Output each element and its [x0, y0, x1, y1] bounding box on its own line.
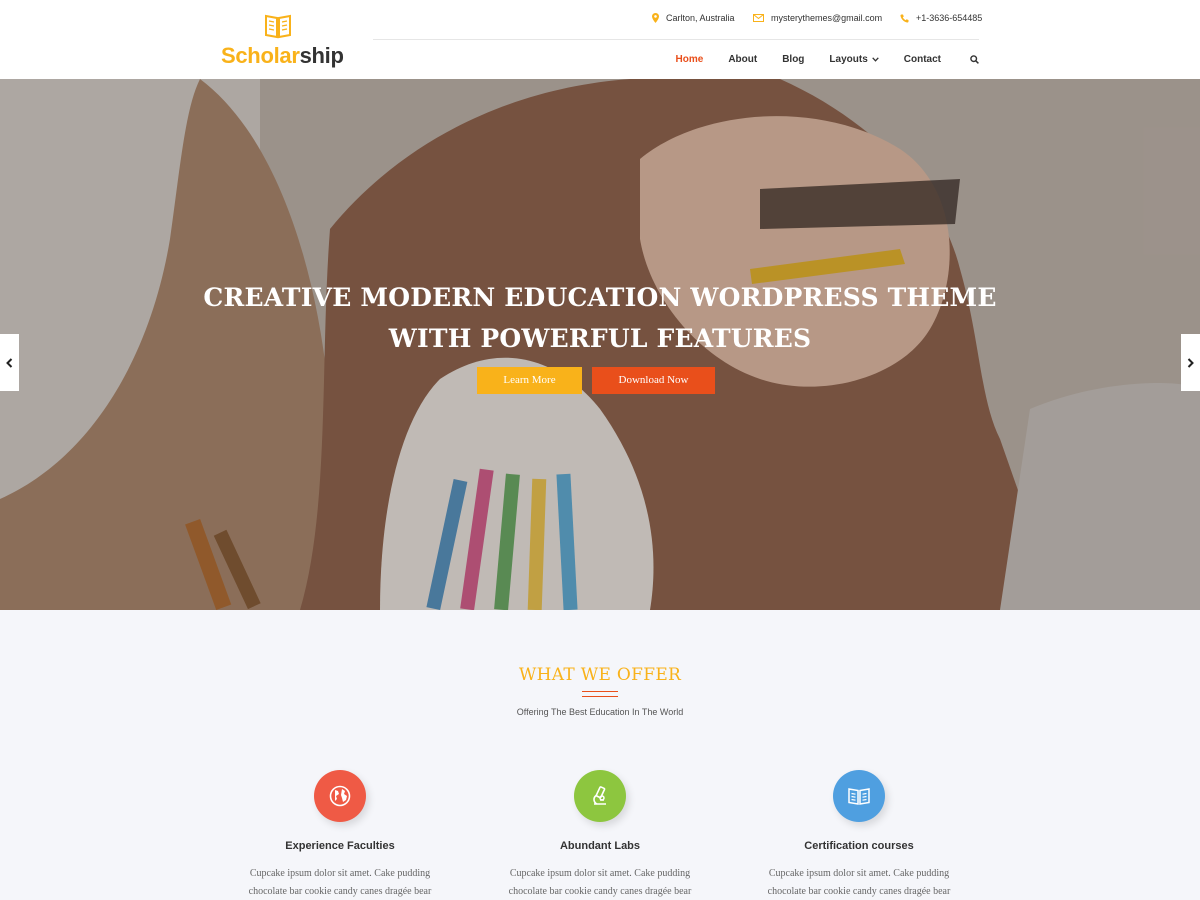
- download-now-button[interactable]: Download Now: [592, 367, 715, 394]
- feature-description: Cupcake ipsum dolor sit amet. Cake puddi…: [248, 868, 432, 897]
- feature-title: Experience Faculties: [285, 840, 395, 852]
- section-subtitle: Offering The Best Education In The World: [516, 707, 684, 717]
- feature-icon-circle[interactable]: [833, 770, 885, 822]
- nav-item-about[interactable]: About: [728, 54, 757, 65]
- feature-icon-circle[interactable]: [314, 770, 366, 822]
- email-text: mysterythemes@gmail.com: [771, 13, 883, 23]
- book-icon: [848, 788, 870, 805]
- title-separator: [582, 691, 618, 697]
- envelope-icon: [753, 14, 764, 22]
- microscope-icon: [593, 786, 606, 805]
- offer-section: WHAT WE OFFER Offering The Best Educatio…: [0, 610, 1200, 900]
- hero-buttons: Learn More Download Now: [477, 367, 715, 394]
- learn-more-button[interactable]: Learn More: [477, 367, 582, 394]
- phone-info[interactable]: +1-3636-654485: [900, 13, 982, 23]
- phone-text: +1-3636-654485: [916, 13, 983, 23]
- globe-icon: [329, 785, 351, 807]
- slider-next-button[interactable]: [1181, 334, 1200, 391]
- feature-description: Cupcake ipsum dolor sit amet. Cake puddi…: [767, 868, 951, 897]
- feature-item: Abundant Labs Cupcake ipsum dolor sit am…: [470, 770, 730, 900]
- chevron-left-icon: [6, 357, 13, 368]
- feature-item: Experience Faculties Cupcake ipsum dolor…: [210, 770, 470, 900]
- chevron-right-icon: [1187, 357, 1194, 368]
- hero-slider: CREATIVE MODERN EDUCATION WORDPRESS THEM…: [0, 79, 1200, 610]
- search-toggle[interactable]: [966, 55, 979, 64]
- search-icon: [970, 55, 979, 64]
- main-navigation: Home About Blog Layouts Contact: [651, 40, 979, 79]
- feature-icon-circle[interactable]: [574, 770, 626, 822]
- feature-title: Abundant Labs: [559, 840, 641, 852]
- nav-item-layouts[interactable]: Layouts: [829, 54, 879, 65]
- section-title: WHAT WE OFFER: [518, 665, 682, 685]
- location-text: Carlton, Australia: [666, 13, 735, 23]
- email-info[interactable]: mysterythemes@gmail.com: [753, 13, 882, 23]
- top-info-bar: Carlton, Australia mysterythemes@gmail.c…: [373, 0, 982, 40]
- map-pin-icon: [652, 13, 659, 23]
- chevron-down-icon: [871, 57, 879, 62]
- site-header: Scholarship Carlton, Australia mysteryth…: [0, 0, 1200, 79]
- slider-prev-button[interactable]: [0, 334, 19, 391]
- open-book-icon: [265, 14, 291, 39]
- feature-description: Cupcake ipsum dolor sit amet. Cake puddi…: [508, 868, 692, 897]
- nav-item-blog[interactable]: Blog: [782, 54, 804, 65]
- feature-item: Certification courses Cupcake ipsum dolo…: [729, 770, 989, 900]
- nav-item-contact[interactable]: Contact: [904, 54, 941, 65]
- location-info: Carlton, Australia: [652, 13, 735, 23]
- site-title: Scholarship: [221, 43, 344, 68]
- nav-item-home[interactable]: Home: [676, 54, 704, 65]
- hero-title: CREATIVE MODERN EDUCATION WORDPRESS THEM…: [203, 283, 997, 353]
- feature-title: Certification courses: [804, 840, 914, 852]
- site-logo[interactable]: Scholarship: [221, 10, 344, 70]
- phone-icon: [900, 14, 909, 23]
